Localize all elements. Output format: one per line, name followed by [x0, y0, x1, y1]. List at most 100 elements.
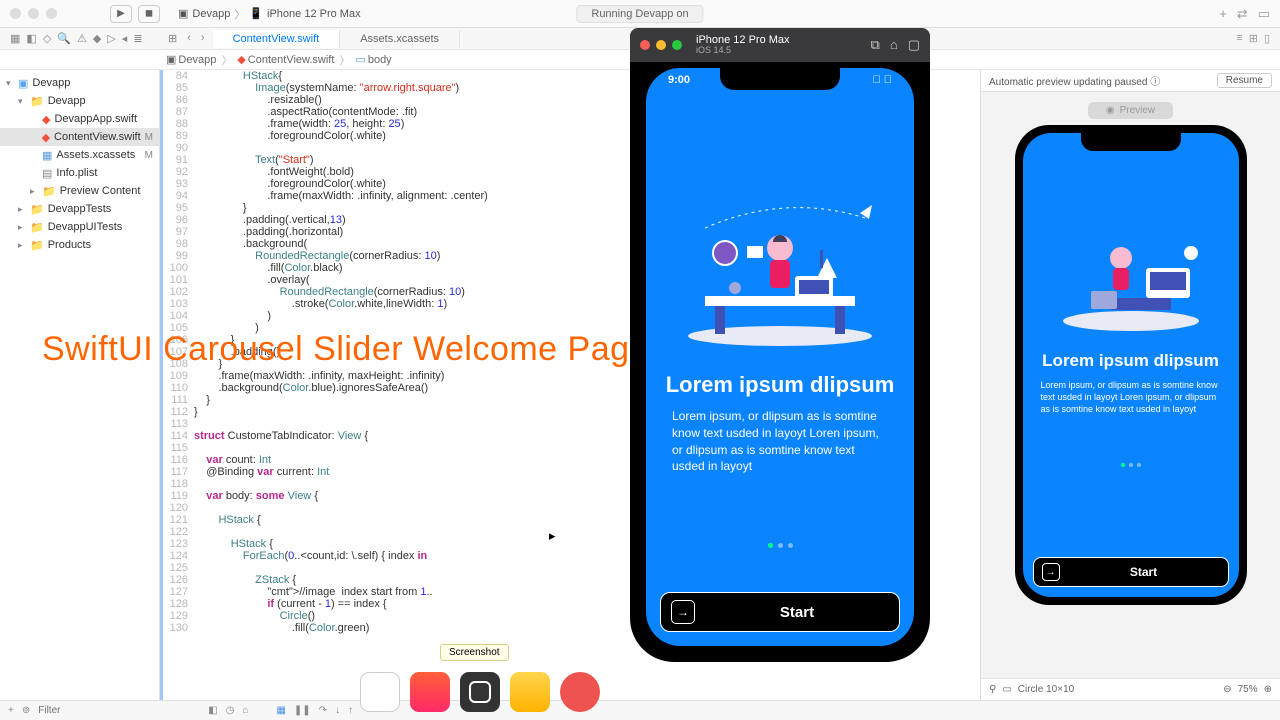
zoom-out-icon[interactable]: ⊖: [1223, 684, 1231, 695]
tab-contentview[interactable]: ContentView.swift: [213, 30, 341, 48]
step-over-icon[interactable]: ↷: [319, 705, 327, 716]
run-controls: ▶ ◼: [110, 5, 160, 23]
onboarding-illustration: [1051, 213, 1211, 333]
chevron-right-icon: 〉: [234, 6, 245, 22]
preview-chip[interactable]: ◉Preview: [1088, 102, 1173, 119]
filter-input[interactable]: [38, 705, 170, 716]
tag-icon[interactable]: ⌂: [242, 705, 248, 716]
crumb-2[interactable]: body: [368, 54, 392, 66]
navigator-filter-bar: + ⊚ ◧ ◷ ⌂ ▦ ❚❚ ↷ ↓ ↑: [0, 700, 1280, 720]
notch: [1081, 133, 1181, 151]
canvas-panel: Automatic preview updating paused ⓘ Resu…: [980, 70, 1280, 700]
tab-assets[interactable]: Assets.xcassets: [340, 30, 460, 48]
dock-app[interactable]: [410, 672, 450, 712]
split-icon[interactable]: ⇄: [1237, 6, 1248, 22]
selection-label: Circle 10×10: [1018, 684, 1074, 695]
home-icon[interactable]: ⌂: [890, 37, 898, 53]
minimap-icon[interactable]: ≡: [1236, 32, 1242, 45]
pause-icon[interactable]: ❚❚: [294, 705, 311, 716]
simulator-screen[interactable]: 9:00 􀙇 􀛨: [646, 68, 914, 646]
pin-icon[interactable]: ⚲: [989, 684, 996, 695]
scheme-device: iPhone 12 Pro Max: [267, 8, 361, 20]
simulator-device-frame: 9:00 􀙇 􀛨: [630, 62, 930, 662]
scheme-selector[interactable]: ▣ Devapp 〉 📱 iPhone 12 Pro Max: [178, 6, 361, 22]
nav-target[interactable]: ▸📁DevappUITests: [0, 218, 159, 236]
run-button[interactable]: ▶: [110, 5, 132, 23]
zoom-in-icon[interactable]: ⊕: [1264, 684, 1272, 695]
stop-button[interactable]: ◼: [138, 5, 160, 23]
start-button[interactable]: → Start: [660, 592, 900, 632]
property-icon: ▭: [355, 53, 365, 66]
breakpoints-icon[interactable]: ◂: [122, 32, 128, 45]
window-traffic-lights[interactable]: [10, 8, 57, 19]
related-icon[interactable]: ⊞: [168, 32, 177, 45]
tests-icon[interactable]: ◆: [93, 32, 101, 45]
scm-icon[interactable]: ◧: [26, 32, 36, 45]
dock-app[interactable]: [510, 672, 550, 712]
back-icon[interactable]: ‹: [187, 32, 191, 45]
folder-icon[interactable]: ▦: [10, 32, 20, 45]
add-icon[interactable]: +: [1219, 6, 1227, 22]
preview-heading: Lorem ipsum dlipsum: [1042, 351, 1219, 371]
start-button[interactable]: → Start: [1033, 557, 1229, 587]
onboarding-illustration: [675, 188, 885, 348]
clock-icon[interactable]: ◷: [226, 705, 235, 716]
simulator-window[interactable]: iPhone 12 Pro Max iOS 14.5 ⧉ ⌂ ▢ 9:00 􀙇 …: [630, 28, 930, 662]
editor-nav: ⊞ ‹ ›: [160, 32, 213, 45]
debug-icon[interactable]: ▷: [107, 32, 115, 45]
preview-banner: Automatic preview updating paused ⓘ Resu…: [981, 70, 1280, 92]
dock-app-screenshot[interactable]: [460, 672, 500, 712]
project-icon: ▣: [166, 53, 176, 66]
project-navigator[interactable]: ▾▣Devapp ▾📁Devapp ◆DevappApp.swift ◆Cont…: [0, 70, 160, 700]
nav-root[interactable]: ▾▣Devapp: [0, 74, 159, 92]
start-label: Start: [1060, 565, 1228, 579]
scheme-project: Devapp: [192, 8, 230, 20]
preview-screen[interactable]: Lorem ipsum dlipsum Lorem ipsum, or dlip…: [1023, 133, 1239, 597]
library-icon[interactable]: ▭: [1258, 6, 1270, 22]
dock-app[interactable]: [360, 672, 400, 712]
symbols-icon[interactable]: ◇: [43, 32, 51, 45]
dock-app[interactable]: [560, 672, 600, 712]
page-indicator: [1121, 463, 1141, 467]
reports-icon[interactable]: ≣: [133, 32, 142, 45]
navigator-selector[interactable]: ▦ ◧ ◇ 🔍 ⚠ ◆ ▷ ◂ ≣: [0, 32, 160, 45]
debug-toggle-icon[interactable]: ▦: [276, 705, 285, 716]
nav-file[interactable]: ▤Info.plist: [0, 164, 159, 182]
info-icon[interactable]: ⓘ: [1150, 77, 1160, 88]
preview-device-frame: Lorem ipsum dlipsum Lorem ipsum, or dlip…: [1015, 125, 1247, 605]
step-out-icon[interactable]: ↑: [348, 705, 353, 716]
nav-app-group[interactable]: ▾📁Devapp: [0, 92, 159, 110]
add-icon[interactable]: +: [8, 705, 14, 716]
scm-icon[interactable]: ◧: [208, 705, 217, 716]
window-traffic-lights[interactable]: [640, 40, 682, 50]
assistant-icon[interactable]: ▯: [1264, 32, 1270, 45]
simulator-titlebar[interactable]: iPhone 12 Pro Max iOS 14.5 ⧉ ⌂ ▢: [630, 28, 930, 62]
chevron-right-icon: 〉: [336, 52, 353, 68]
nav-folder[interactable]: ▸📁Preview Content: [0, 182, 159, 200]
step-in-icon[interactable]: ↓: [335, 705, 340, 716]
canvas-footer: ⚲ ▭ Circle 10×10 ⊖ 75% ⊕: [981, 678, 1280, 700]
resume-button[interactable]: Resume: [1217, 73, 1272, 88]
find-icon[interactable]: 🔍: [57, 32, 71, 45]
arrow-right-square-icon: →: [671, 600, 695, 624]
filter-icon[interactable]: ⊚: [22, 705, 30, 716]
rotate-icon[interactable]: ▢: [908, 37, 920, 53]
nav-file-selected[interactable]: ◆ContentView.swiftM: [0, 128, 159, 146]
zoom-level: 75%: [1238, 684, 1258, 695]
nav-file[interactable]: ◆DevappApp.swift: [0, 110, 159, 128]
chevron-right-icon: 〉: [218, 52, 235, 68]
status-bar: 9:00 􀙇 􀛨: [646, 74, 914, 86]
screenshot-icon[interactable]: ⧉: [871, 37, 880, 53]
nav-target[interactable]: ▸📁Products: [0, 236, 159, 254]
live-icon[interactable]: ▭: [1002, 684, 1011, 695]
forward-icon[interactable]: ›: [201, 32, 205, 45]
canvas-icon[interactable]: ⊞: [1249, 32, 1258, 45]
nav-file[interactable]: ▦Assets.xcassetsM: [0, 146, 159, 164]
issues-icon[interactable]: ⚠: [77, 32, 87, 45]
xcode-titlebar: ▶ ◼ ▣ Devapp 〉 📱 iPhone 12 Pro Max Runni…: [0, 0, 1280, 28]
nav-target[interactable]: ▸📁DevappTests: [0, 200, 159, 218]
crumb-1[interactable]: ContentView.swift: [248, 54, 335, 66]
start-label: Start: [695, 604, 899, 621]
crumb-0[interactable]: Devapp: [178, 54, 216, 66]
cursor-icon: ▸: [549, 528, 556, 544]
